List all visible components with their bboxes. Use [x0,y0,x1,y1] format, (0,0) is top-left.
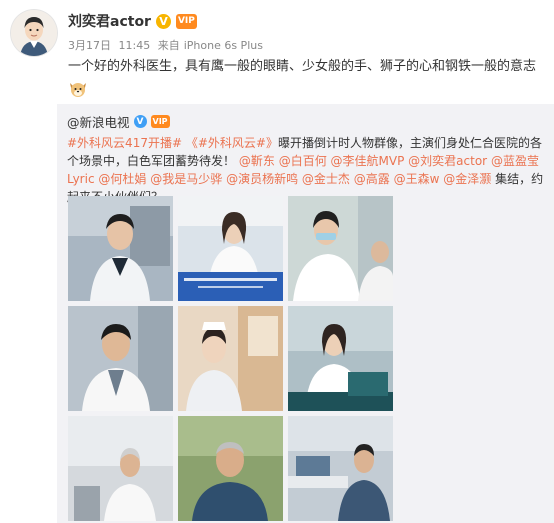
mention-link[interactable]: @刘奕君actor [408,154,487,168]
username-row: 刘奕君actor V VIP [68,11,197,31]
post-date[interactable]: 3月17日 [68,39,111,52]
photo-6[interactable] [288,306,393,411]
photo-5[interactable] [178,306,283,411]
repost-card[interactable]: @新浪电视 V VIP #外科风云417开播# 《#外科风云#》曝开播倒计时人物… [57,104,554,523]
mention-link[interactable]: @靳东 [239,154,275,168]
photo-4[interactable] [68,306,173,411]
mention-link[interactable]: @我是马少骅 [150,172,222,186]
photo-7[interactable] [68,416,173,521]
avatar[interactable] [11,10,57,56]
hashtag-link[interactable]: #外科风云417开播# [67,136,182,150]
photo-8[interactable] [178,416,283,521]
post-time[interactable]: 11:45 [119,39,151,52]
verified-blue-badge-icon: V [133,115,147,128]
mention-link[interactable]: @金泽灏 [443,172,491,186]
mention-link[interactable]: @白百何 [279,154,327,168]
username[interactable]: 刘奕君actor [68,11,151,31]
photo-3[interactable] [288,196,393,301]
vip-badge-icon: VIP [175,13,197,29]
post-meta: 3月17日 11:45 来自 iPhone 6s Plus [68,37,267,53]
weibo-post: 刘奕君actor V VIP 3月17日 11:45 来自 iPhone 6s P… [0,0,554,523]
mention-link[interactable]: @何杜娟 [98,172,146,186]
photo-1[interactable] [68,196,173,301]
mention-link[interactable]: @李佳航MVP [331,154,405,168]
vip-badge-small-icon: VIP [150,115,170,128]
mention-link[interactable]: @王森w [394,172,440,186]
photo-2[interactable] [178,196,283,301]
repost-source: @新浪电视 V VIP [67,112,170,131]
photo-9[interactable] [288,416,393,521]
repost-source-user[interactable]: @新浪电视 [67,112,130,131]
post-content: 一个好的外科医生，具有鹰一般的眼睛、少女般的手、狮子的心和钢铁一般的意志 [68,59,537,74]
source-device[interactable]: iPhone 6s Plus [184,39,263,52]
hashtag-link[interactable]: 《#外科风云#》 [186,136,278,150]
mention-link[interactable]: @高露 [354,172,390,186]
mention-link[interactable]: @金士杰 [302,172,350,186]
verified-badge-icon: V [155,13,171,29]
image-grid [68,196,395,523]
mention-link[interactable]: @演员杨新鸣 [226,172,298,186]
dog-emoji-icon [68,80,88,98]
source-prefix: 来自 [157,39,180,52]
